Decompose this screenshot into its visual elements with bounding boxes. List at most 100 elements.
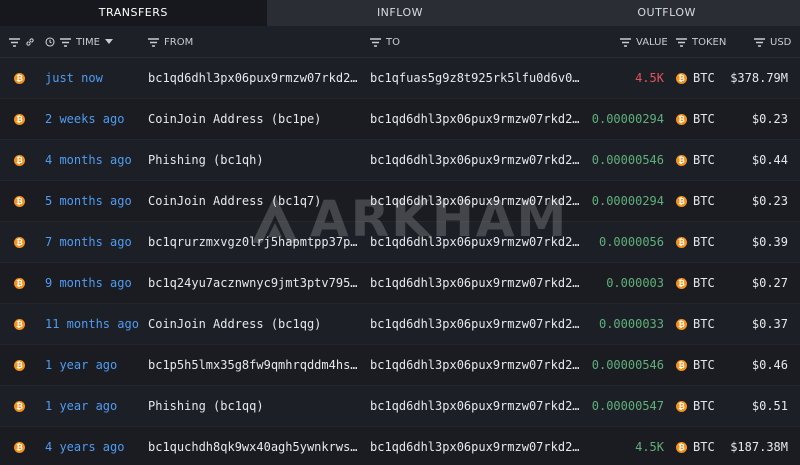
to-address[interactable]: bc1qfuas5g9z8t925rk5lfu0d6v0x4q (370, 58, 584, 99)
column-time-label: TIME (76, 36, 101, 48)
bitcoin-icon: ₿ (676, 278, 687, 289)
bitcoin-icon: ₿ (676, 196, 687, 207)
value-amount: 4.5K (635, 71, 664, 85)
tab-transfers[interactable]: TRANSFERS (0, 0, 267, 26)
tab-bar: TRANSFERS INFLOW OUTFLOW (0, 0, 800, 26)
bitcoin-chain-icon: ₿ (14, 196, 25, 207)
from-address[interactable]: CoinJoin Address (bc1pe) (148, 99, 362, 140)
value-amount: 0.00000294 (591, 194, 664, 208)
to-address[interactable]: bc1qd6dhl3px06pux9rmzw07rkd2kzzqf3 (370, 140, 584, 181)
token-symbol: BTC (693, 194, 715, 208)
bitcoin-icon: ₿ (676, 237, 687, 248)
column-token[interactable]: TOKEN (676, 26, 726, 58)
time-link[interactable]: 1 year ago (45, 345, 145, 386)
usd-amount: $0.27 (751, 276, 788, 290)
column-usd-label: USD (770, 36, 792, 48)
value-amount: 0.00000546 (591, 153, 664, 167)
from-address[interactable]: bc1quchdh8qk9wx40agh5ywnkrwsdq2r (148, 427, 362, 465)
link-toggle-button[interactable] (25, 26, 35, 58)
from-address[interactable]: CoinJoin Address (bc1qg) (148, 304, 362, 345)
bitcoin-chain-icon: ₿ (14, 278, 25, 289)
table-row[interactable]: ₿ 1 year ago Phishing (bc1qq) bc1qd6dhl3… (0, 386, 800, 427)
column-from-label: FROM (164, 36, 194, 48)
table-row[interactable]: ₿ 4 years ago bc1quchdh8qk9wx40agh5ywnkr… (0, 427, 800, 465)
from-address[interactable]: Phishing (bc1qh) (148, 140, 362, 181)
usd-amount: $0.23 (751, 194, 788, 208)
table-row[interactable]: ₿ just now bc1qd6dhl3px06pux9rmzw07rkd2k… (0, 58, 800, 99)
time-link[interactable]: 9 months ago (45, 263, 145, 304)
usd-amount: $0.23 (751, 112, 788, 126)
filter-icon (370, 37, 381, 47)
column-usd[interactable]: USD (754, 26, 791, 58)
table-header: TIME FROM TO VALUE TOKEN USD (0, 26, 800, 58)
to-address[interactable]: bc1qd6dhl3px06pux9rmzw07rkd2kzzqf3 (370, 222, 584, 263)
time-link[interactable]: 4 months ago (45, 140, 145, 181)
time-link[interactable]: 1 year ago (45, 386, 145, 427)
token-symbol: BTC (693, 317, 715, 331)
token-symbol: BTC (693, 399, 715, 413)
bitcoin-icon: ₿ (676, 319, 687, 330)
bitcoin-chain-icon: ₿ (14, 360, 25, 371)
bitcoin-icon: ₿ (676, 155, 687, 166)
to-address[interactable]: bc1qd6dhl3px06pux9rmzw07rkd2kzzqf3 (370, 181, 584, 222)
token-symbol: BTC (693, 112, 715, 126)
usd-amount: $0.44 (751, 153, 788, 167)
filter-icon (148, 37, 159, 47)
table-row[interactable]: ₿ 2 weeks ago CoinJoin Address (bc1pe) b… (0, 99, 800, 140)
bitcoin-chain-icon: ₿ (14, 237, 25, 248)
filter-icon (620, 37, 631, 47)
to-address[interactable]: bc1qd6dhl3px06pux9rmzw07rkd2kzzqf3 (370, 345, 584, 386)
bitcoin-chain-icon: ₿ (14, 73, 25, 84)
from-address[interactable]: Phishing (bc1qq) (148, 386, 362, 427)
time-link[interactable]: 2 weeks ago (45, 99, 145, 140)
column-token-label: TOKEN (692, 36, 727, 48)
usd-amount: $0.46 (751, 358, 788, 372)
table-row[interactable]: ₿ 9 months ago bc1q24yu7acznwnyc9jmt3ptv… (0, 263, 800, 304)
bitcoin-chain-icon: ₿ (14, 319, 25, 330)
value-amount: 0.000003 (606, 276, 664, 290)
table-row[interactable]: ₿ 4 months ago Phishing (bc1qh) bc1qd6dh… (0, 140, 800, 181)
time-link[interactable]: 5 months ago (45, 181, 145, 222)
from-address[interactable]: bc1p5h5lmx35g8fw9qmhrqddm4hs5x2t (148, 345, 362, 386)
table-row[interactable]: ₿ 1 year ago bc1p5h5lmx35g8fw9qmhrqddm4h… (0, 345, 800, 386)
filter-chain-button[interactable] (9, 26, 20, 58)
to-address[interactable]: bc1qd6dhl3px06pux9rmzw07rkd2kzzqf3 (370, 304, 584, 345)
filter-icon (676, 37, 687, 47)
column-time[interactable]: TIME (45, 26, 114, 58)
token-symbol: BTC (693, 235, 715, 249)
value-amount: 4.5K (635, 440, 664, 454)
tab-inflow[interactable]: INFLOW (267, 0, 534, 26)
tab-outflow[interactable]: OUTFLOW (533, 0, 800, 26)
column-from[interactable]: FROM (148, 26, 193, 58)
transfers-table-body: ₿ just now bc1qd6dhl3px06pux9rmzw07rkd2k… (0, 58, 800, 465)
time-link[interactable]: just now (45, 58, 145, 99)
column-to[interactable]: TO (370, 26, 400, 58)
value-amount: 0.0000033 (598, 317, 664, 331)
to-address[interactable]: bc1qd6dhl3px06pux9rmzw07rkd2kzzqf3 (370, 427, 584, 465)
to-address[interactable]: bc1qd6dhl3px06pux9rmzw07rkd2kzzqf3 (370, 386, 584, 427)
from-address[interactable]: CoinJoin Address (bc1q7) (148, 181, 362, 222)
from-address[interactable]: bc1qd6dhl3px06pux9rmzw07rkd2kzzqf3 (148, 58, 362, 99)
from-address[interactable]: bc1q24yu7acznwnyc9jmt3ptv795nqh2 (148, 263, 362, 304)
table-row[interactable]: ₿ 7 months ago bc1qrurzmxvgz0lrj5hapmtpp… (0, 222, 800, 263)
token-symbol: BTC (693, 440, 715, 454)
bitcoin-chain-icon: ₿ (14, 442, 25, 453)
bitcoin-icon: ₿ (676, 442, 687, 453)
clock-icon (45, 37, 55, 47)
usd-amount: $378.79M (730, 71, 788, 85)
value-amount: 0.0000056 (598, 235, 664, 249)
bitcoin-icon: ₿ (676, 73, 687, 84)
to-address[interactable]: bc1qd6dhl3px06pux9rmzw07rkd2kzzqf3 (370, 99, 584, 140)
to-address[interactable]: bc1qd6dhl3px06pux9rmzw07rkd2kzzqf3 (370, 263, 584, 304)
usd-amount: $0.51 (751, 399, 788, 413)
token-symbol: BTC (693, 71, 715, 85)
time-link[interactable]: 7 months ago (45, 222, 145, 263)
token-symbol: BTC (693, 153, 715, 167)
from-address[interactable]: bc1qrurzmxvgz0lrj5hapmtpp37pzqk8 (148, 222, 362, 263)
time-link[interactable]: 4 years ago (45, 427, 145, 465)
table-row[interactable]: ₿ 5 months ago CoinJoin Address (bc1q7) … (0, 181, 800, 222)
table-row[interactable]: ₿ 11 months ago CoinJoin Address (bc1qg)… (0, 304, 800, 345)
usd-amount: $0.37 (751, 317, 788, 331)
column-value[interactable]: VALUE (620, 26, 668, 58)
time-link[interactable]: 11 months ago (45, 304, 145, 345)
